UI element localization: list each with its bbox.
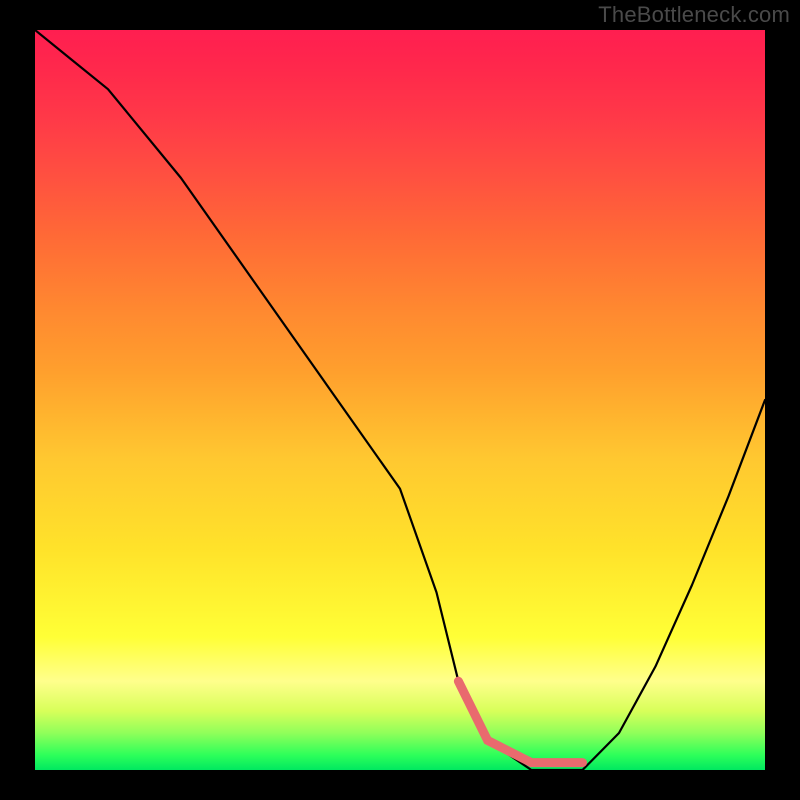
plot-svg — [35, 30, 765, 770]
watermark-text: TheBottleneck.com — [598, 2, 790, 28]
chart-frame: TheBottleneck.com — [0, 0, 800, 800]
trough-highlight — [458, 681, 582, 762]
plot-area — [35, 30, 765, 770]
bottleneck-curve — [35, 30, 765, 770]
